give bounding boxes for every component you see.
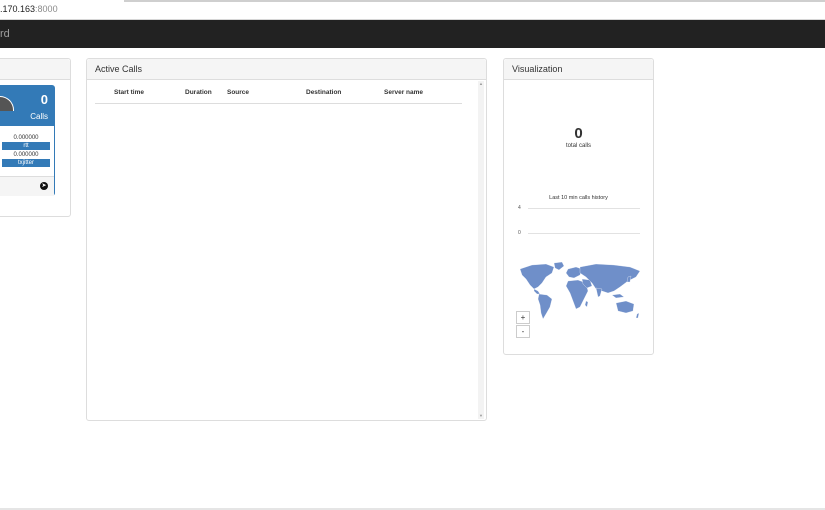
txjitter-tag: txjitter [2,159,50,167]
url-port: :8000 [35,4,58,14]
active-calls-title: Active Calls [87,59,486,80]
y-tick-0: 0 [518,230,521,236]
total-calls-count: 0 [574,125,583,142]
table-header-divider [95,103,462,104]
scroll-up-icon[interactable]: ▲ [478,81,484,87]
column-header-duration[interactable]: Duration [185,89,212,96]
browser-address-bar[interactable]: .170.163:8000 [0,0,825,20]
gauge-icon [0,96,14,111]
history-chart: 4 0 [514,205,642,245]
txjitter-value: 0.000000 [13,152,39,158]
calls-count-label: Calls [30,112,48,121]
visualization-panel: Visualization 0 total calls Last 10 min … [503,58,654,355]
navbar-brand[interactable]: rd [0,28,10,40]
tab-strip-edge [124,0,825,2]
column-header-destination[interactable]: Destination [306,89,341,96]
grid-line-bottom [528,233,640,234]
scroll-down-icon[interactable]: ▼ [478,413,484,419]
calls-scrollbar[interactable]: ▲ ▼ [478,81,484,419]
y-tick-4: 4 [518,205,521,211]
history-chart-title: Last 10 min calls history [549,195,608,201]
arrow-circle-right-icon[interactable]: ➤ [40,182,48,190]
stat-metrics: 0.000000 rtt 0.000000 txjitter [0,130,54,167]
address-url[interactable]: .170.163:8000 [0,4,58,14]
column-header-source[interactable]: Source [227,89,249,96]
url-host: .170.163 [0,4,36,14]
stat-box-header: 0 Calls [0,86,54,126]
stats-panel-heading [0,59,70,80]
active-calls-panel: Active Calls Start time Duration Source … [86,58,487,421]
column-header-server-name[interactable]: Server name [384,89,423,96]
top-navbar: rd [0,20,825,48]
calls-count: 0 [40,92,48,107]
total-calls-label: total calls [565,143,591,149]
rtt-value: 0.000000 [13,135,39,141]
column-header-start-time[interactable]: Start time [114,89,144,96]
stats-panel: 0 Calls 0.000000 rtt 0.000000 txjitter ➤ [0,58,71,217]
visualization-title: Visualization [504,59,653,80]
calls-stat-box: 0 Calls 0.000000 rtt 0.000000 txjitter ➤ [0,85,55,196]
world-map[interactable] [516,261,642,323]
zoom-in-button[interactable]: + [516,311,530,324]
stat-box-footer[interactable]: ➤ [0,176,54,196]
rtt-tag: rtt [2,142,50,150]
grid-line-top [528,208,640,209]
zoom-out-button[interactable]: - [516,325,530,338]
